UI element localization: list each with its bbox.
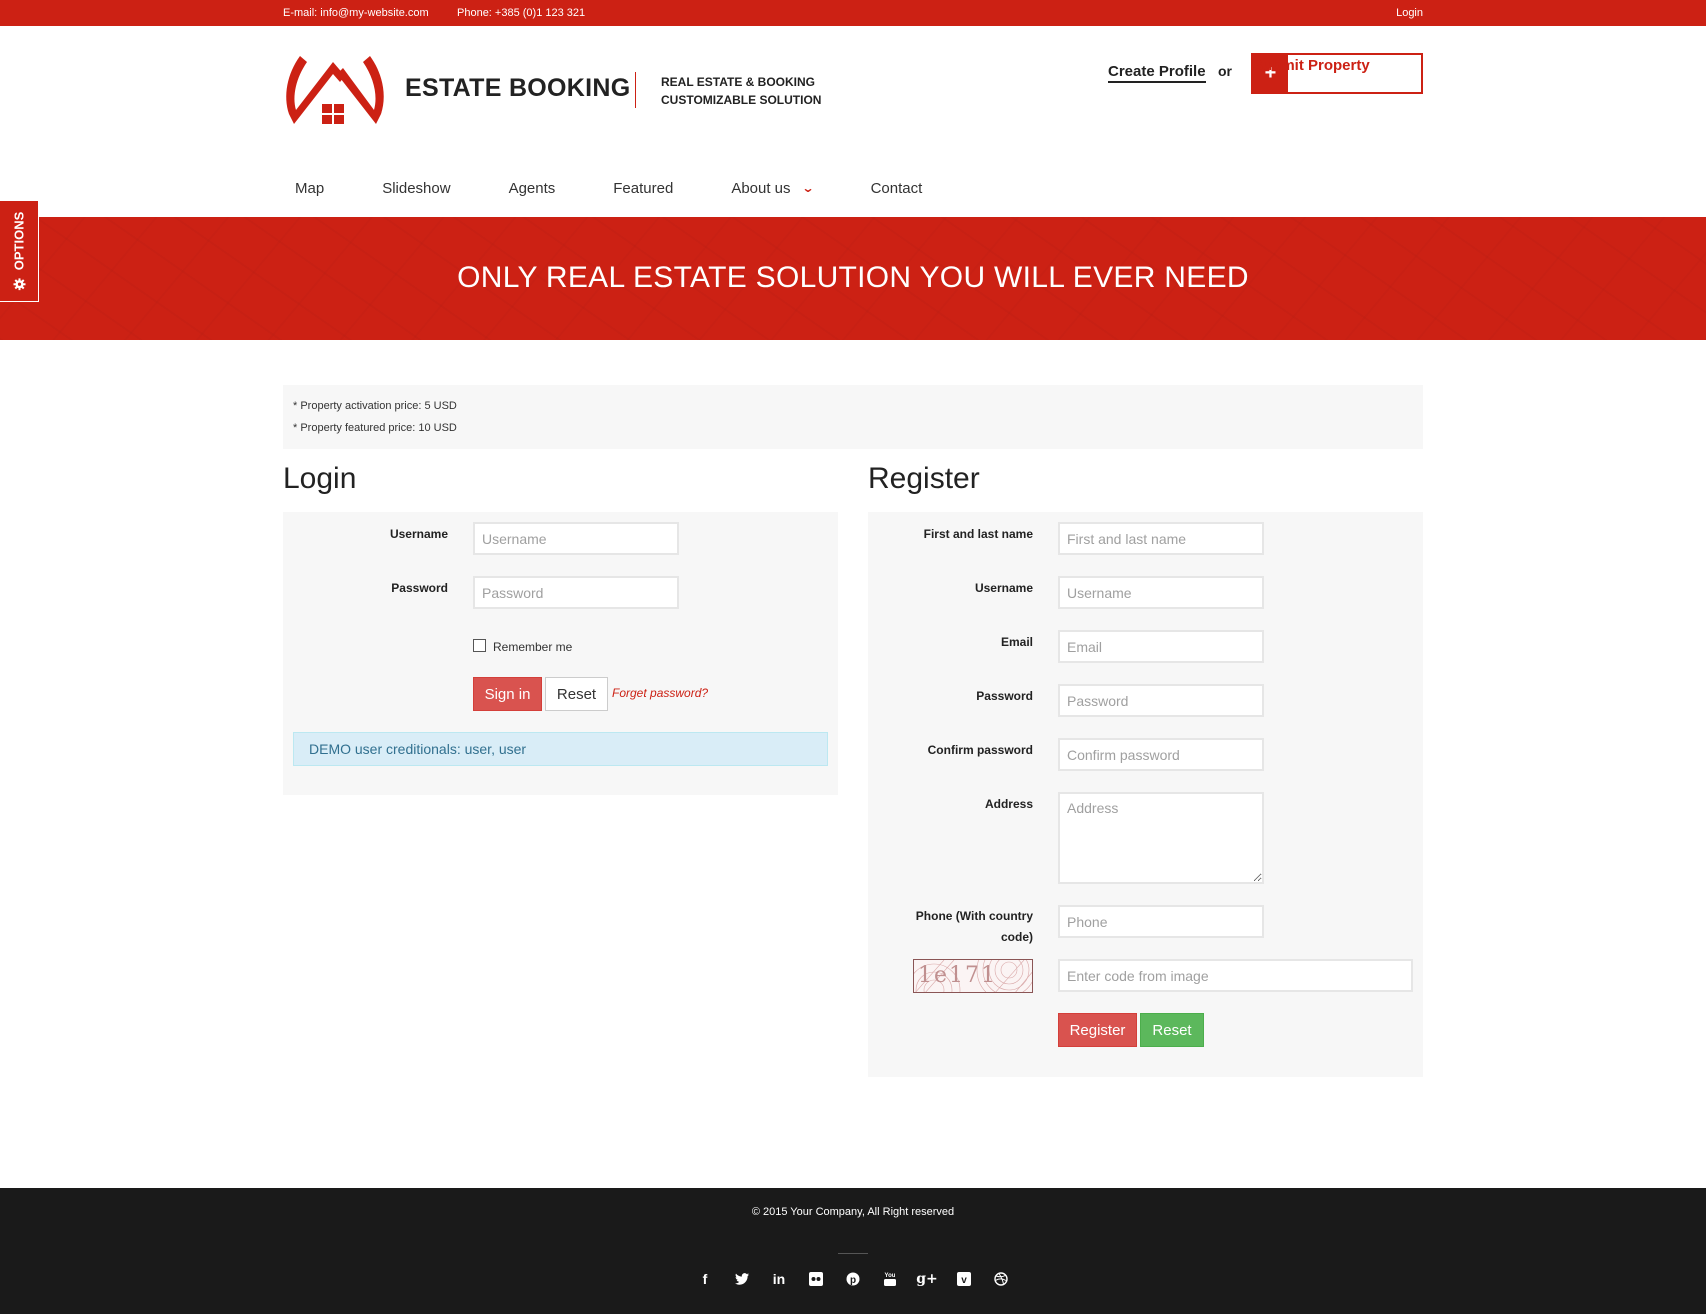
social-links: f in p You g+ v bbox=[0, 1268, 1706, 1290]
demo-credentials-alert: DEMO user creditionals: user, user bbox=[293, 732, 828, 766]
top-login-link[interactable]: Login bbox=[1396, 7, 1423, 19]
email-label: Email bbox=[1000, 635, 1033, 649]
tagline-line-2: CUSTOMIZABLE SOLUTION bbox=[661, 93, 822, 107]
dribbble-icon[interactable] bbox=[983, 1268, 1020, 1290]
tagline-line-1: REAL ESTATE & BOOKING bbox=[661, 75, 816, 89]
gear-icon bbox=[13, 278, 25, 291]
phone-label-line-2: code) bbox=[1000, 930, 1033, 944]
facebook-glyph: f bbox=[702, 1271, 708, 1287]
svg-text:v: v bbox=[961, 1275, 967, 1286]
svg-text:You: You bbox=[885, 1273, 896, 1279]
sign-in-button[interactable]: Sign in bbox=[473, 677, 542, 711]
login-form: Username Password Remember me Sign in Re… bbox=[283, 512, 838, 795]
captcha-input[interactable] bbox=[1058, 959, 1413, 992]
pinterest-glyph: p bbox=[846, 1272, 860, 1286]
contact-phone: Phone: +385 (0)1 123 321 bbox=[457, 7, 586, 19]
submit-property-button[interactable]: + Submit Property bbox=[1251, 53, 1423, 94]
contact-email: E-mail: info@my-website.com bbox=[283, 7, 429, 19]
phone-label-line-1: Phone (With country bbox=[915, 909, 1033, 923]
nav-item-label: Map bbox=[295, 179, 325, 197]
create-profile-link[interactable]: Create Profile bbox=[1108, 63, 1206, 83]
google-plus-glyph: g+ bbox=[916, 1271, 938, 1287]
forget-password-link[interactable]: Forget password? bbox=[612, 686, 708, 700]
register-password-label: Password bbox=[976, 689, 1033, 703]
email-input[interactable] bbox=[1058, 630, 1264, 663]
options-panel-toggle[interactable]: OPTIONS bbox=[0, 200, 39, 302]
remember-me-checkbox[interactable] bbox=[473, 639, 486, 652]
login-title: Login bbox=[283, 462, 357, 495]
address-label: Address bbox=[984, 797, 1033, 811]
register-title: Register bbox=[868, 462, 980, 495]
or-text: or bbox=[1218, 63, 1232, 79]
footer: © 2015 Your Company, All Right reserved … bbox=[0, 1188, 1706, 1314]
full-name-input[interactable] bbox=[1058, 522, 1264, 555]
flickr-glyph bbox=[809, 1272, 823, 1286]
phone-input[interactable] bbox=[1058, 905, 1264, 938]
confirm-password-label: Confirm password bbox=[927, 743, 1033, 757]
dribbble-glyph bbox=[994, 1272, 1008, 1286]
twitter-glyph bbox=[735, 1273, 749, 1285]
linkedin-icon[interactable]: in bbox=[761, 1268, 798, 1290]
linkedin-glyph: in bbox=[772, 1271, 786, 1287]
phone-label: Phone (With country code) bbox=[868, 906, 1033, 948]
footer-divider bbox=[838, 1253, 868, 1254]
google-plus-icon[interactable]: g+ bbox=[909, 1268, 946, 1290]
register-username-input[interactable] bbox=[1058, 576, 1264, 609]
svg-text:p: p bbox=[850, 1275, 856, 1286]
nav-item-agents[interactable]: Agents bbox=[497, 176, 568, 200]
remember-me-label[interactable]: Remember me bbox=[493, 640, 572, 654]
full-name-label: First and last name bbox=[923, 527, 1033, 541]
chevron-down-icon: ⌄ bbox=[801, 181, 815, 195]
register-form: First and last name Username Email Passw… bbox=[868, 512, 1423, 1077]
facebook-icon[interactable]: f bbox=[687, 1268, 724, 1290]
nav-item-featured[interactable]: Featured bbox=[601, 176, 685, 200]
featured-price-text: * Property featured price: 10 USD bbox=[293, 422, 457, 434]
login-reset-button[interactable]: Reset bbox=[545, 677, 608, 711]
captcha-image: 1e171 bbox=[913, 959, 1033, 993]
brand-name[interactable]: ESTATE BOOKING bbox=[405, 74, 631, 103]
register-username-label: Username bbox=[974, 581, 1033, 595]
twitter-icon[interactable] bbox=[724, 1268, 761, 1290]
login-password-label: Password bbox=[391, 581, 448, 595]
nav-item-about-us[interactable]: About us ⌄ bbox=[719, 176, 824, 200]
main-nav: Map Slideshow Agents Featured About us ⌄ … bbox=[283, 176, 968, 200]
login-username-input[interactable] bbox=[473, 522, 679, 555]
login-username-label: Username bbox=[389, 527, 448, 541]
nav-item-label: Contact bbox=[870, 179, 923, 197]
register-password-input[interactable] bbox=[1058, 684, 1264, 717]
options-label: OPTIONS bbox=[11, 211, 27, 271]
copyright-text: © 2015 Your Company, All Right reserved bbox=[751, 1206, 955, 1218]
hero-banner: ONLY REAL ESTATE SOLUTION YOU WILL EVER … bbox=[0, 217, 1706, 340]
vimeo-icon[interactable]: v bbox=[946, 1268, 983, 1290]
brand-tagline: REAL ESTATE & BOOKING CUSTOMIZABLE SOLUT… bbox=[661, 73, 821, 109]
youtube-icon[interactable]: You bbox=[872, 1268, 909, 1290]
captcha-code: 1e171 bbox=[918, 963, 998, 988]
nav-item-contact[interactable]: Contact bbox=[859, 176, 935, 200]
nav-item-label: Featured bbox=[613, 179, 674, 197]
brand-logo-icon[interactable] bbox=[283, 52, 387, 128]
pricing-notice: * Property activation price: 5 USD * Pro… bbox=[283, 385, 1423, 449]
login-password-input[interactable] bbox=[473, 576, 679, 609]
activation-price-text: * Property activation price: 5 USD bbox=[293, 400, 457, 412]
flickr-icon[interactable] bbox=[798, 1268, 835, 1290]
nav-item-label: Agents bbox=[508, 179, 556, 197]
vimeo-glyph: v bbox=[957, 1272, 971, 1286]
nav-item-label: Slideshow bbox=[382, 179, 451, 197]
hero-title: ONLY REAL ESTATE SOLUTION YOU WILL EVER … bbox=[457, 261, 1249, 294]
address-textarea[interactable] bbox=[1058, 792, 1264, 884]
register-button[interactable]: Register bbox=[1058, 1013, 1137, 1047]
nav-item-label: About us bbox=[731, 179, 791, 197]
submit-property-label: Submit Property bbox=[1253, 57, 1370, 74]
nav-item-slideshow[interactable]: Slideshow bbox=[370, 176, 462, 200]
register-reset-button[interactable]: Reset bbox=[1140, 1013, 1204, 1047]
pinterest-icon[interactable]: p bbox=[835, 1268, 872, 1290]
youtube-glyph: You bbox=[884, 1273, 896, 1286]
confirm-password-input[interactable] bbox=[1058, 738, 1264, 771]
nav-item-map[interactable]: Map bbox=[283, 176, 336, 200]
brand-divider bbox=[635, 72, 636, 108]
top-bar: E-mail: info@my-website.com Phone: +385 … bbox=[0, 0, 1706, 26]
